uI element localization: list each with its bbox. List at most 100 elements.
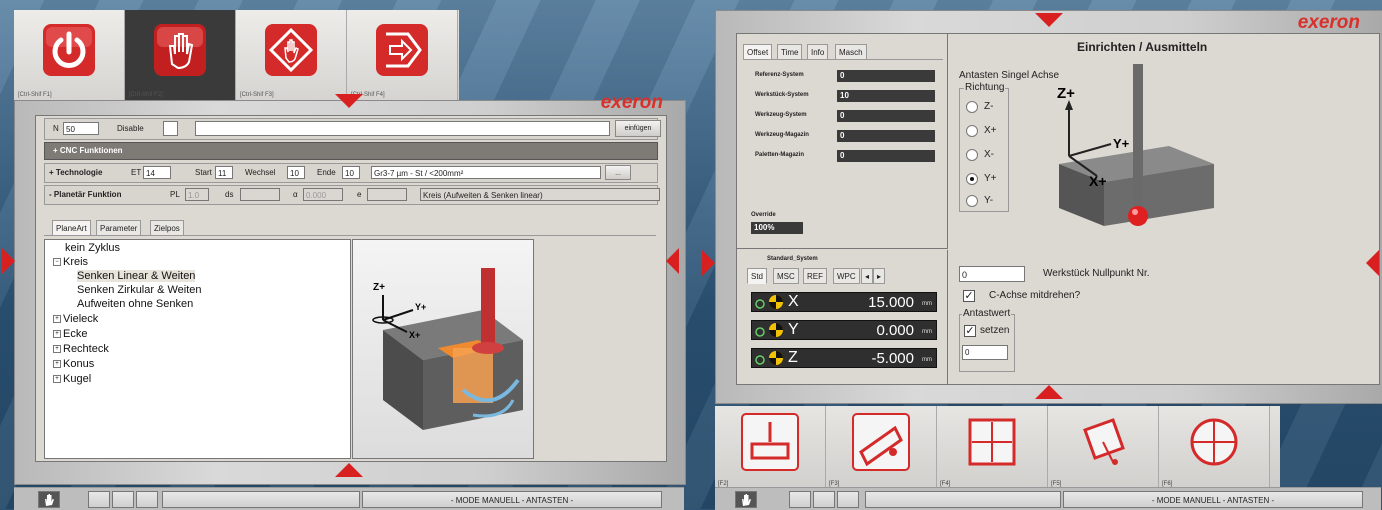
tree-item-kugel[interactable]: + Kugel	[53, 373, 91, 385]
offset-value-werkstueck[interactable]: 10	[837, 90, 935, 102]
offset-value-werkzeug[interactable]: 0	[837, 110, 935, 122]
tab-zielpos[interactable]: Zielpos	[150, 220, 184, 236]
scroll-down-arrow[interactable]	[1035, 385, 1063, 399]
offset-label-paletten: Paletten-Magazin	[755, 152, 805, 158]
scroll-down-arrow[interactable]	[335, 463, 363, 477]
offset-value-referenz[interactable]: 0	[837, 70, 935, 82]
antastwert-input[interactable]: 0	[962, 345, 1008, 360]
tree-item-senken-linear[interactable]: Senken Linear & Weiten	[77, 270, 196, 282]
right-page-prev-arrow[interactable]	[702, 250, 715, 276]
tree-item-kreis[interactable]: − Kreis	[53, 256, 88, 268]
command-input[interactable]	[195, 121, 610, 136]
probe-rectangle-button[interactable]: [F4]	[937, 406, 1048, 488]
circle-center-icon	[1190, 418, 1238, 466]
sys-tab-scroll-left[interactable]: ◂	[861, 268, 874, 284]
tree-item-aufweiten[interactable]: Aufweiten ohne Senken	[77, 298, 193, 310]
right-page-next-arrow[interactable]	[1366, 250, 1379, 276]
tab-masch[interactable]: Masch	[835, 44, 867, 60]
nullpunkt-input[interactable]: 0	[959, 266, 1025, 282]
radio-x-minus-label: X-	[984, 149, 994, 160]
ds-input[interactable]	[240, 188, 280, 201]
exit-button[interactable]: [Ctrl-Shif F4]	[347, 10, 458, 100]
material-input[interactable]: Gr3-7 µm - St / <200mm²	[371, 166, 601, 179]
status-mode: - MODE MANUELL - ANTASTEN -	[1063, 491, 1363, 508]
offset-label-referenz: Referenz-System	[755, 72, 804, 78]
ende-input[interactable]: 10	[342, 166, 360, 179]
tab-time[interactable]: Time	[777, 44, 803, 60]
brand-logo: exeron	[1297, 12, 1360, 33]
sys-tab-wpc[interactable]: WPC	[833, 268, 860, 284]
tab-offset[interactable]: Offset	[743, 44, 773, 60]
probe-down-button[interactable]: [F2]	[715, 406, 826, 488]
status-slot-1	[789, 491, 811, 508]
tab-planeart[interactable]: PlaneArt	[52, 220, 91, 236]
wechsel-input[interactable]: 10	[287, 166, 305, 179]
expand-icon[interactable]: +	[53, 345, 61, 354]
radio-x-plus[interactable]	[966, 125, 978, 137]
expand-icon[interactable]: +	[53, 315, 61, 324]
exit-arrow-icon	[376, 24, 428, 76]
tree-item-konus[interactable]: + Konus	[53, 358, 94, 370]
probe-circle-button[interactable]: [F6]	[1159, 406, 1270, 488]
sys-tab-msc[interactable]: MSC	[773, 268, 799, 284]
left-page-next-arrow[interactable]	[666, 248, 679, 274]
tree-item-ecke[interactable]: + Ecke	[53, 328, 87, 340]
technology-row: + Technologie ET 14 Start 11 Wechsel 10 …	[44, 163, 658, 183]
tab-parameter[interactable]: Parameter	[96, 220, 142, 236]
tree-item-rechteck[interactable]: + Rechteck	[53, 343, 109, 355]
tree-item-kein-zyklus[interactable]: kein Zyklus	[65, 242, 120, 254]
pl-input[interactable]: 1.0	[185, 188, 209, 201]
probe-angle-button[interactable]: [F3]	[826, 406, 937, 488]
start-input[interactable]: 11	[215, 166, 233, 179]
offset-value-magazin[interactable]: 0	[837, 130, 935, 142]
cycle-tree[interactable]: kein Zyklus − Kreis Senken Linear & Weite…	[44, 239, 351, 459]
axis-unit-x: mm	[922, 301, 932, 307]
std-system-title: Standard_System	[767, 256, 818, 262]
radio-x-minus[interactable]	[966, 149, 978, 161]
axis-panel: Standard_System Std MSC REF WPC ◂ ▸ X 15…	[737, 250, 948, 384]
expand-icon[interactable]: +	[53, 360, 61, 369]
setzen-checkbox[interactable]: ✓	[964, 325, 976, 337]
left-page-prev-arrow[interactable]	[2, 248, 15, 274]
collapse-icon[interactable]: −	[53, 258, 61, 267]
technology-title[interactable]: + Technologie	[49, 168, 102, 177]
cnc-functions-section[interactable]: + CNC Funktionen	[44, 142, 658, 160]
tree-item-vieleck[interactable]: + Vieleck	[53, 313, 98, 325]
fkey-label: [Ctrl-Shif F3]	[240, 92, 274, 98]
et-input[interactable]: 14	[143, 166, 171, 179]
e-input[interactable]	[367, 188, 407, 201]
status-slot-1	[88, 491, 110, 508]
tab-info[interactable]: Info	[807, 44, 829, 60]
sys-tab-scroll-right[interactable]: ▸	[873, 268, 886, 284]
tree-item-label: Vieleck	[63, 313, 99, 325]
axis-value-y: 0.000	[876, 322, 914, 339]
tab-content-border	[44, 235, 656, 236]
probe-rotated-rect-button[interactable]: [F5]	[1048, 406, 1159, 488]
n-input[interactable]: 50	[63, 122, 99, 135]
power-button[interactable]: [Ctrl-Shif F1]	[14, 10, 125, 100]
scroll-up-arrow[interactable]	[335, 94, 363, 108]
radio-z-minus[interactable]	[966, 101, 978, 113]
sys-tab-ref[interactable]: REF	[803, 268, 827, 284]
radio-y-minus[interactable]	[966, 195, 978, 207]
radio-x-plus-label: X+	[984, 125, 997, 136]
manual-hand-button[interactable]: [Ctrl-Shif F2]	[125, 10, 236, 100]
c-axis-checkbox[interactable]: ✓	[963, 290, 975, 302]
expand-icon[interactable]: +	[53, 375, 61, 384]
tree-item-senken-zirkular[interactable]: Senken Zirkular & Weiten	[77, 284, 202, 296]
offset-value-paletten[interactable]: 0	[837, 150, 935, 162]
insert-button[interactable]: einfügen	[615, 120, 661, 137]
planet-title[interactable]: - Planetär Funktion	[49, 190, 121, 199]
radio-y-plus[interactable]	[966, 173, 978, 185]
disable-checkbox[interactable]	[163, 121, 178, 136]
stop-hand-button[interactable]: [Ctrl-Shif F3]	[236, 10, 347, 100]
sys-tab-std[interactable]: Std	[747, 268, 768, 284]
axis-value-x: 15.000	[868, 294, 914, 311]
setup-panel: Einrichten / Ausmitteln Antasten Singel …	[949, 34, 1379, 384]
alpha-input[interactable]: 0.000	[303, 188, 343, 201]
expand-icon[interactable]: +	[53, 330, 61, 339]
scroll-up-arrow[interactable]	[1035, 13, 1063, 27]
material-select-button[interactable]: ...	[605, 165, 631, 180]
axis-value-z: -5.000	[871, 350, 914, 367]
override-value: 100%	[751, 222, 803, 234]
